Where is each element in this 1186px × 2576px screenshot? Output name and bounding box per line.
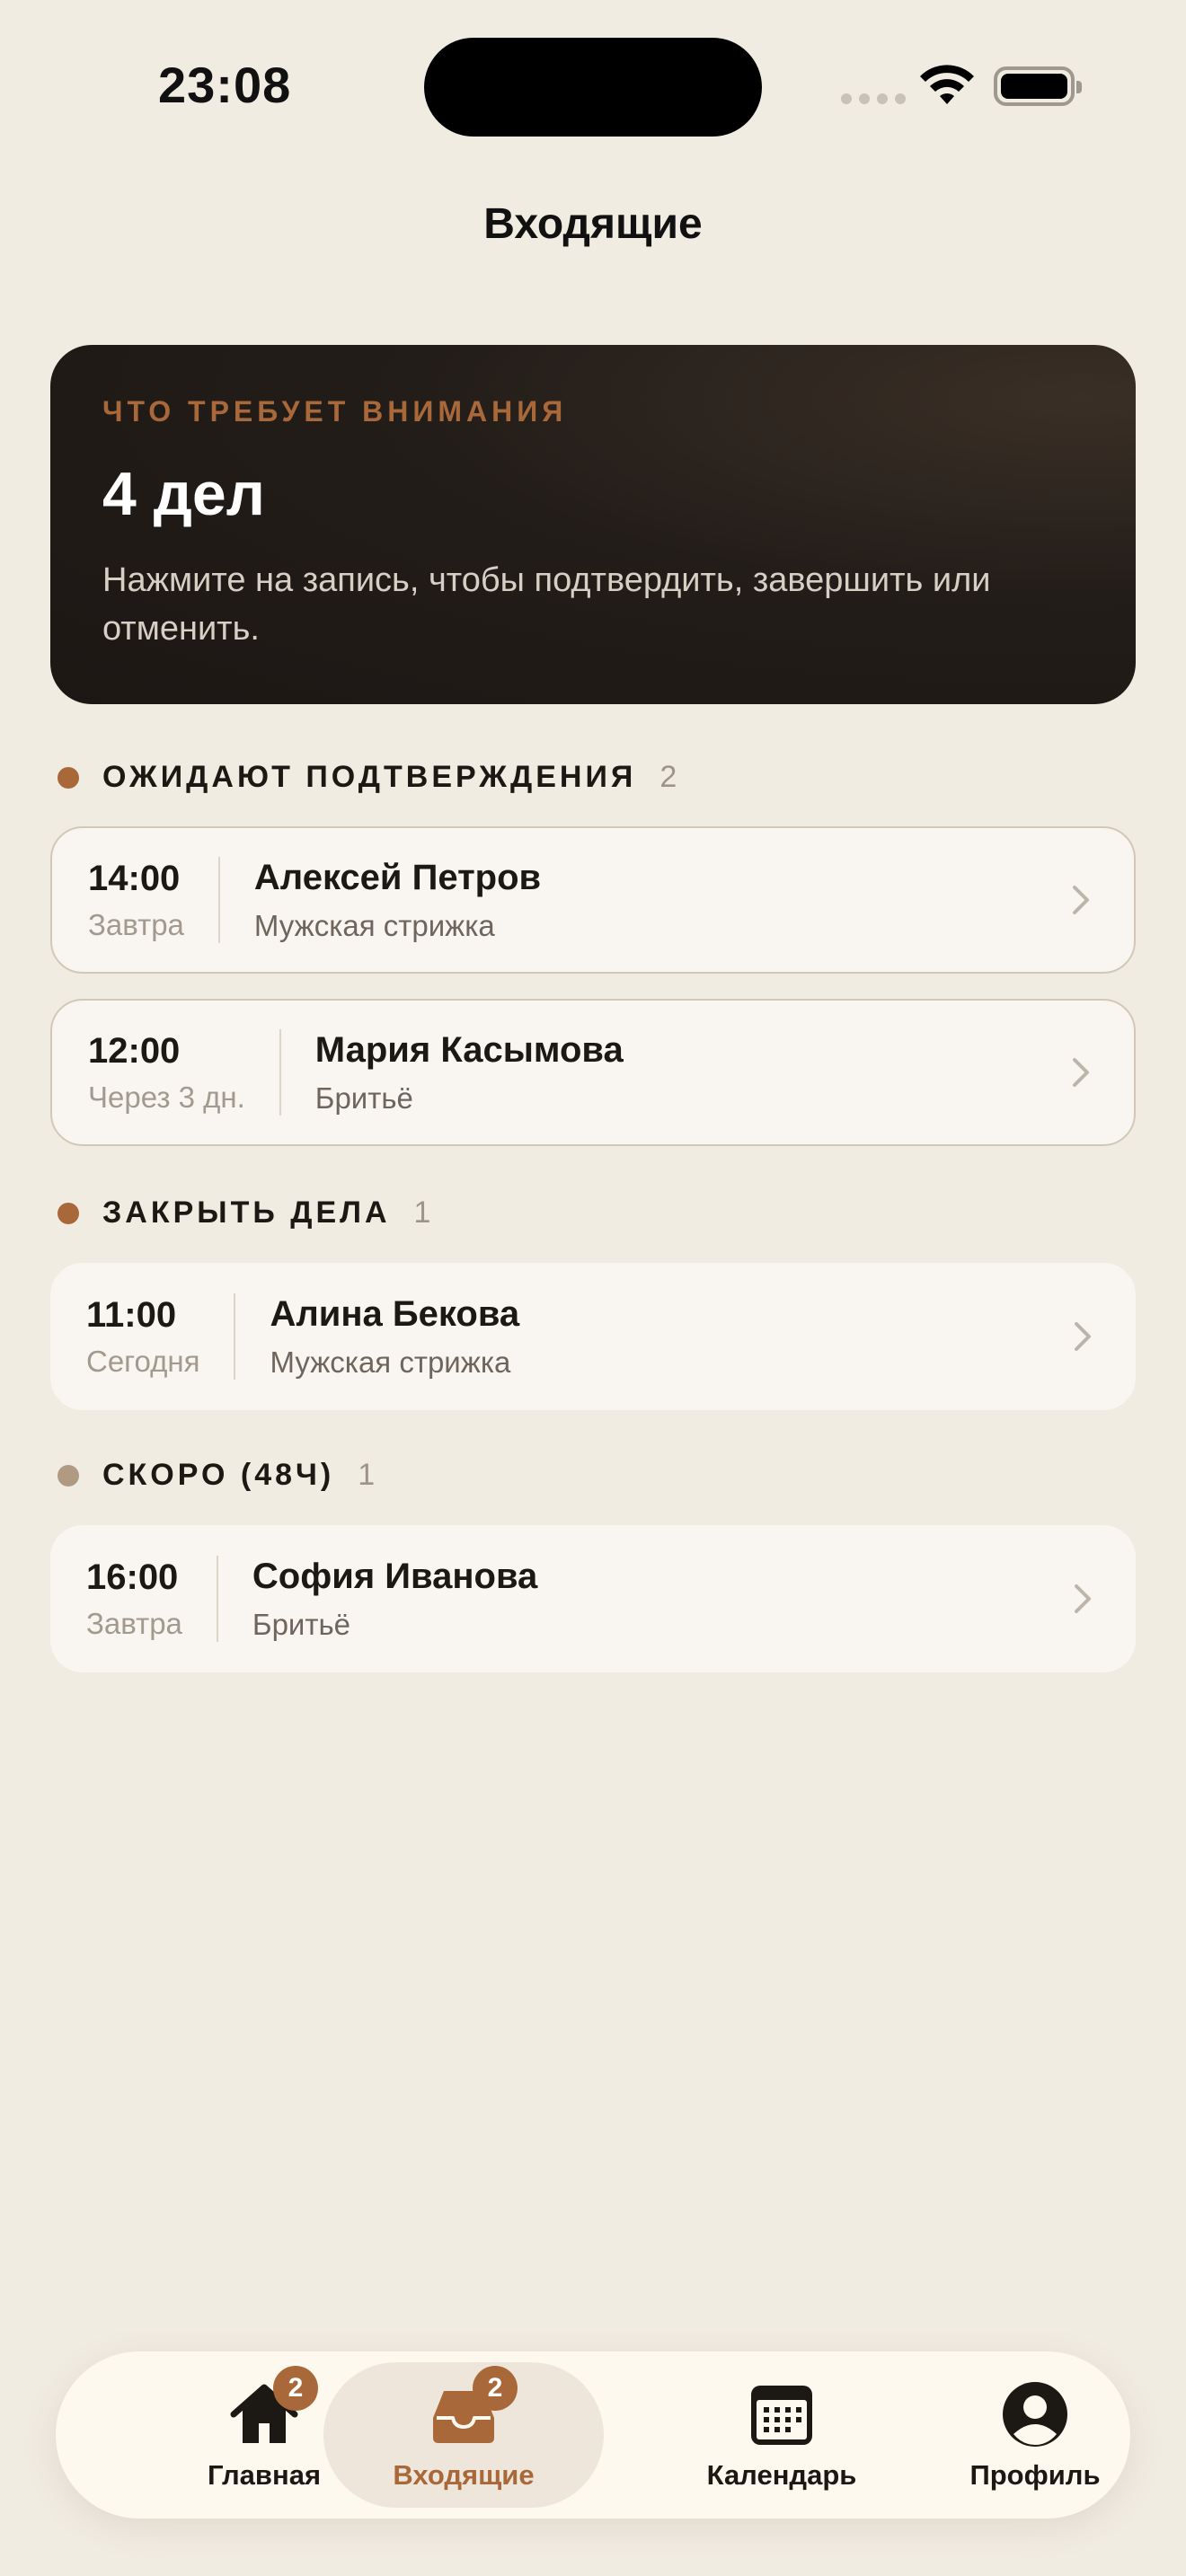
tab-label: Главная (207, 2459, 322, 2491)
chevron-right-icon (1075, 1584, 1091, 1613)
attention-description: Нажмите на запись, чтобы подтвердить, за… (102, 561, 991, 648)
tab-label: Календарь (706, 2459, 857, 2491)
wifi-icon (920, 65, 974, 104)
section-header-close: ЗАКРЫТЬ ДЕЛА 1 (58, 1195, 430, 1231)
appointment-day: Завтра (88, 907, 184, 941)
tab-label: Входящие (393, 2459, 535, 2491)
section-header-pending: ОЖИДАЮТ ПОДТВЕРЖДЕНИЯ 2 (58, 760, 677, 795)
page-title: Входящие (483, 200, 703, 248)
appointment-info: Алина Бекова Мужская стрижка (270, 1294, 1069, 1380)
appointment-day: Сегодня (86, 1344, 200, 1378)
section-status-dot (58, 1202, 79, 1224)
service-name: Бритьё (252, 1607, 351, 1641)
divider (234, 1293, 236, 1380)
notification-badge: 2 (473, 2366, 518, 2411)
appointment-day: Завтра (86, 1606, 182, 1640)
section-title: ЗАКРЫТЬ ДЕЛА (102, 1195, 391, 1230)
appointment-info: Алексей Петров Мужская стрижка (254, 858, 1067, 943)
inbox-screen: 23:08 Входящие ЧТО ТРЕБУЕТ ВНИМАНИЯ 4 де… (0, 0, 1186, 2576)
appointment-card[interactable]: 12:00 Через 3 дн. Мария Касымова Бритьё (50, 999, 1136, 1146)
appointment-time: 11:00 (86, 1294, 177, 1335)
appointment-day: Через 3 дн. (88, 1080, 245, 1114)
section-status-dot (58, 766, 79, 789)
chevron-right-icon (1073, 1058, 1089, 1087)
appointment-time-column: 12:00 Через 3 дн. (88, 1031, 245, 1115)
calendar-icon (751, 2386, 812, 2445)
appointment-time: 14:00 (88, 858, 181, 898)
battery-icon (994, 66, 1082, 106)
tab-profile[interactable]: Профиль (927, 2351, 1143, 2519)
status-time: 23:08 (158, 57, 292, 113)
client-name: Алина Бекова (270, 1293, 520, 1334)
service-name: Мужская стрижка (253, 908, 495, 942)
section-count: 1 (358, 1458, 376, 1492)
client-name: Мария Касымова (314, 1029, 624, 1070)
notification-badge: 2 (273, 2366, 318, 2411)
appointment-time: 16:00 (86, 1557, 179, 1597)
tab-inbox[interactable]: Входящие 2 (356, 2351, 571, 2519)
section-title: СКОРО (48Ч) (102, 1458, 335, 1492)
service-name: Бритьё (314, 1081, 413, 1115)
attention-summary-card: ЧТО ТРЕБУЕТ ВНИМАНИЯ 4 дел Нажмите на за… (50, 345, 1136, 704)
profile-icon (1003, 2382, 1067, 2447)
cellular-signal-icon (841, 93, 906, 104)
tab-label: Профиль (969, 2459, 1101, 2491)
chevron-right-icon (1073, 886, 1089, 914)
appointment-card[interactable]: 11:00 Сегодня Алина Бекова Мужская стриж… (50, 1263, 1136, 1410)
section-count: 1 (413, 1195, 431, 1230)
section-count: 2 (659, 760, 677, 794)
section-status-dot (58, 1464, 79, 1486)
service-name: Мужская стрижка (270, 1345, 511, 1379)
attention-eyebrow: ЧТО ТРЕБУЕТ ВНИМАНИЯ (102, 395, 568, 428)
tab-calendar[interactable]: Календарь (674, 2351, 890, 2519)
appointment-time-column: 14:00 Завтра (88, 859, 184, 942)
section-title: ОЖИДАЮТ ПОДТВЕРЖДЕНИЯ (102, 760, 637, 794)
appointment-info: Мария Касымова Бритьё (315, 1030, 1067, 1116)
divider (216, 1556, 218, 1642)
divider (217, 857, 220, 943)
divider (279, 1029, 281, 1116)
tab-home[interactable]: Главная 2 (156, 2351, 372, 2519)
section-header-soon: СКОРО (48Ч) 1 (58, 1458, 375, 1493)
appointment-card[interactable]: 14:00 Завтра Алексей Петров Мужская стри… (50, 826, 1136, 974)
appointment-time: 12:00 (88, 1030, 181, 1071)
dynamic-island (424, 38, 762, 137)
client-name: Алексей Петров (253, 857, 542, 897)
appointment-time-column: 16:00 Завтра (86, 1557, 182, 1641)
appointment-card[interactable]: 16:00 Завтра София Иванова Бритьё (50, 1525, 1136, 1672)
appointment-time-column: 11:00 Сегодня (86, 1295, 199, 1379)
tab-bar: Главная 2 Входящие 2 Календарь Профиль (56, 2351, 1130, 2519)
client-name: София Иванова (252, 1556, 538, 1596)
attention-count: 4 дел (102, 460, 265, 528)
chevron-right-icon (1075, 1322, 1091, 1351)
appointment-info: София Иванова Бритьё (252, 1557, 1069, 1642)
